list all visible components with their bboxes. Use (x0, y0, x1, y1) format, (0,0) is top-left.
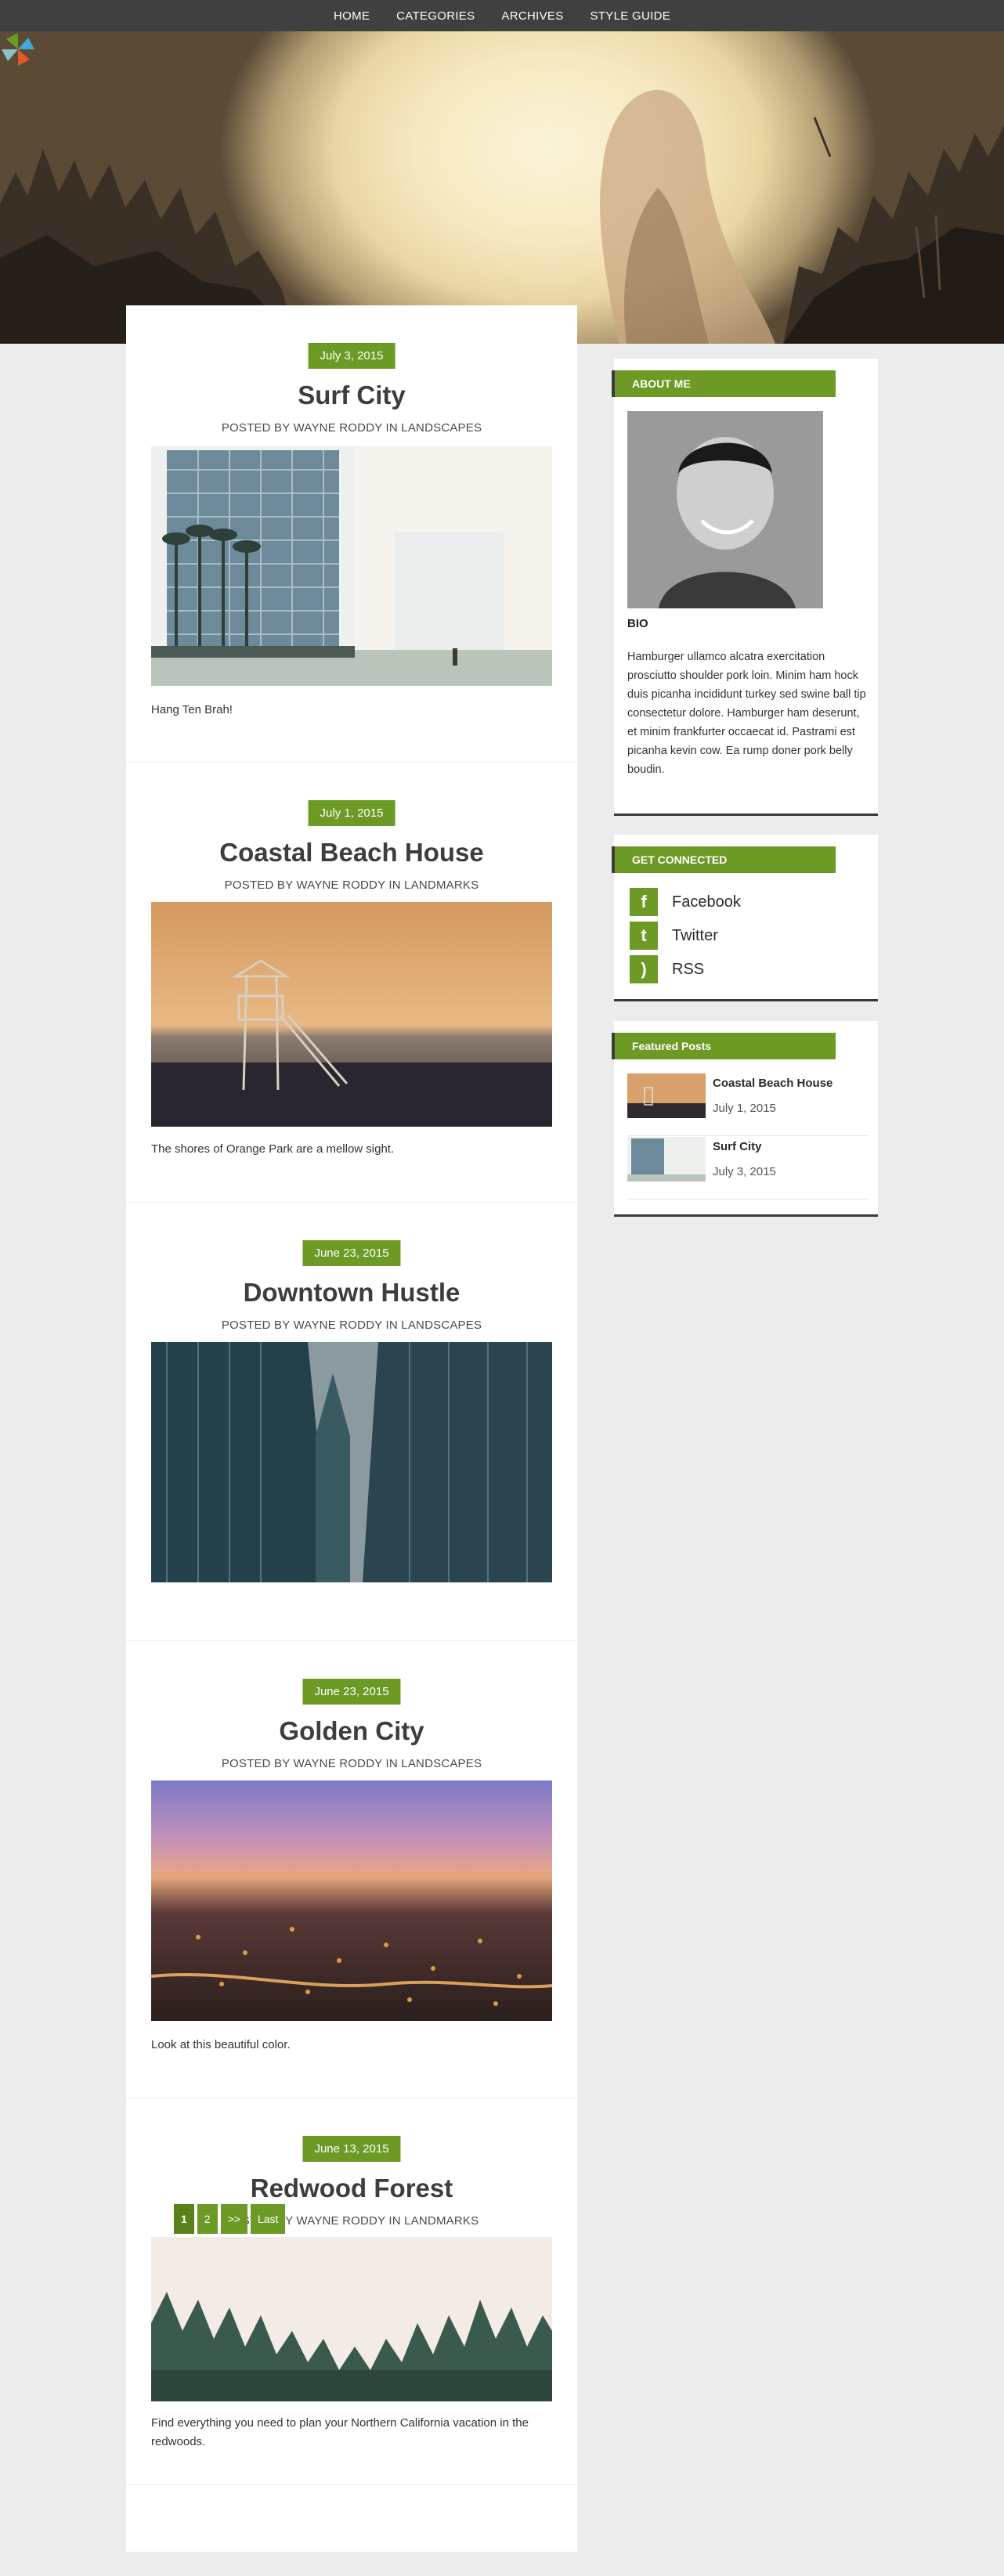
featured-title[interactable]: Coastal Beach House (713, 1077, 832, 1090)
twitter-icon: t (630, 922, 658, 950)
post-image[interactable] (151, 2237, 552, 2401)
widget-heading: ABOUT ME (612, 370, 836, 397)
post-title[interactable]: Downtown Hustle (126, 1278, 577, 1308)
post-image[interactable] (151, 1342, 552, 1582)
post-title[interactable]: Golden City (126, 1716, 577, 1746)
featured-date: July 3, 2015 (713, 1165, 776, 1178)
post-meta: POSTED BY WAYNE RODDY IN LANDMARKS (224, 879, 479, 892)
pagination: 1 2 >> Last (174, 2204, 286, 2234)
hero-image (0, 89, 1004, 344)
post-image[interactable] (151, 1780, 552, 2021)
social-link-twitter[interactable]: t Twitter (630, 922, 718, 950)
featured-thumb[interactable] (627, 1073, 706, 1118)
featured-post-item[interactable]: Coastal Beach House July 1, 2015 (627, 1073, 868, 1136)
featured-date: July 1, 2015 (713, 1102, 776, 1115)
featured-posts-widget: Featured Posts Coastal Beach House July … (612, 1021, 878, 1217)
social-label: Facebook (672, 893, 741, 911)
post-date[interactable]: June 23, 2015 (302, 1240, 401, 1266)
post-title[interactable]: Redwood Forest (126, 2174, 577, 2203)
post-excerpt: The shores of Orange Park are a mellow s… (151, 1142, 395, 1156)
post-title[interactable]: Surf City (126, 381, 577, 410)
facebook-icon: f (630, 888, 658, 916)
social-link-rss[interactable]: ) RSS (630, 955, 704, 983)
post-excerpt: Look at this beautiful color. (151, 2038, 291, 2051)
post-surf-city: July 3, 2015 Surf City POSTED BY WAYNE R… (126, 305, 577, 763)
post-image[interactable] (151, 902, 552, 1127)
post-coastal-beach-house: July 1, 2015 Coastal Beach House POSTED … (126, 763, 577, 1203)
widget-heading: GET CONNECTED (612, 846, 836, 873)
nav-home[interactable]: HOME (334, 9, 370, 23)
post-date[interactable]: July 1, 2015 (308, 800, 395, 826)
post-date[interactable]: July 3, 2015 (308, 343, 395, 369)
post-date[interactable]: June 23, 2015 (302, 1679, 401, 1705)
get-connected-widget: GET CONNECTED f Facebook t Twitter ) RSS (612, 835, 878, 1001)
next-page-button[interactable]: >> (220, 2204, 247, 2234)
avatar (627, 411, 823, 608)
nav-categories[interactable]: CATEGORIES (396, 9, 475, 23)
rss-icon: ) (630, 955, 658, 983)
post-image[interactable] (151, 446, 552, 686)
post-excerpt: Hang Ten Brah! (151, 703, 233, 716)
post-downtown-hustle: June 23, 2015 Downtown Hustle POSTED BY … (126, 1203, 577, 1641)
post-excerpt: Find everything you need to plan your No… (151, 2416, 529, 2448)
post-meta: POSTED BY WAYNE RODDY IN LANDSCAPES (221, 421, 482, 435)
last-page-button[interactable]: Last (250, 2204, 286, 2234)
post-golden-city: June 23, 2015 Golden City POSTED BY WAYN… (126, 1641, 577, 2098)
featured-post-item[interactable]: Surf City July 3, 2015 (627, 1137, 868, 1200)
post-meta: POSTED BY WAYNE RODDY IN LANDSCAPES (221, 1757, 482, 1770)
bio-label: BIO (627, 617, 648, 630)
about-me-widget: ABOUT ME BIO Hamburger ullamco alcatra e… (612, 359, 878, 816)
featured-thumb[interactable] (627, 1137, 706, 1182)
widget-heading: Featured Posts (612, 1033, 836, 1059)
featured-title[interactable]: Surf City (713, 1140, 762, 1153)
page-2-button[interactable]: 2 (197, 2204, 218, 2234)
post-date[interactable]: June 13, 2015 (302, 2136, 401, 2162)
nav-archives[interactable]: ARCHIVES (501, 9, 563, 23)
nav-style-guide[interactable]: STYLE GUIDE (590, 9, 671, 23)
post-meta: POSTED BY WAYNE RODDY IN LANDSCAPES (221, 1319, 482, 1332)
bio-text: Hamburger ullamco alcatra exercitation p… (627, 651, 866, 776)
top-navigation: HOME CATEGORIES ARCHIVES STYLE GUIDE (0, 0, 1004, 31)
post-title[interactable]: Coastal Beach House (126, 838, 577, 868)
social-link-facebook[interactable]: f Facebook (630, 888, 741, 916)
social-label: Twitter (672, 926, 718, 944)
post-redwood-forest: June 13, 2015 Redwood Forest POSTED BY W… (126, 2098, 577, 2485)
hero-banner (0, 31, 1004, 344)
social-label: RSS (672, 960, 705, 978)
site-logo-icon[interactable] (0, 31, 36, 67)
page-1-button[interactable]: 1 (174, 2204, 194, 2234)
